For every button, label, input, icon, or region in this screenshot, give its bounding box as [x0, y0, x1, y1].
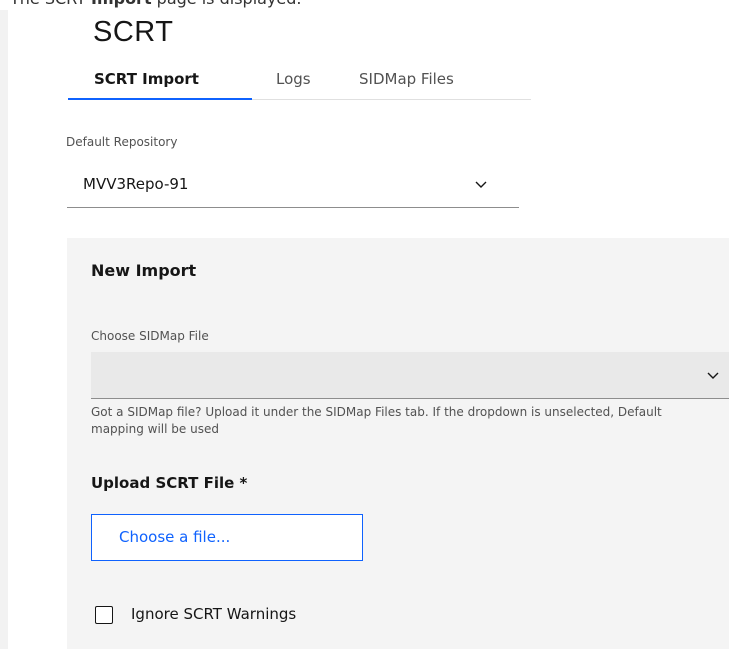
new-import-panel: New Import Choose SIDMap File Got a SIDM…: [67, 238, 729, 649]
choose-file-button[interactable]: Choose a file...: [91, 514, 363, 561]
caption-suffix: page is displayed.: [152, 0, 302, 8]
caption-prefix: The SCRT: [10, 0, 91, 8]
new-import-title: New Import: [91, 261, 197, 280]
tab-scrt-import[interactable]: SCRT Import: [94, 70, 199, 88]
caption-bold: Import: [91, 0, 152, 8]
upload-scrt-file-label: Upload SCRT File *: [91, 474, 248, 492]
default-repository-dropdown[interactable]: MVV3Repo-91: [67, 161, 519, 208]
chevron-down-icon: [475, 181, 487, 188]
sidebar-strip: [0, 10, 8, 649]
default-repository-label: Default Repository: [66, 135, 178, 149]
tab-logs[interactable]: Logs: [276, 70, 311, 88]
sidmap-file-dropdown[interactable]: [91, 352, 729, 399]
default-repository-value: MVV3Repo-91: [83, 175, 189, 193]
choose-file-button-label: Choose a file...: [119, 528, 231, 546]
ignore-scrt-warnings-checkbox[interactable]: [95, 606, 113, 624]
chevron-down-icon: [707, 372, 719, 379]
active-tab-indicator: [68, 98, 252, 100]
caption-text: The SCRT Import page is displayed.: [10, 0, 302, 8]
tab-sidmap-files[interactable]: SIDMap Files: [359, 70, 454, 88]
sidmap-file-label: Choose SIDMap File: [91, 329, 209, 343]
page-title: SCRT: [93, 16, 174, 48]
tab-bar: SCRT Import Logs SIDMap Files: [68, 64, 531, 100]
page-caption: The SCRT Import page is displayed.: [0, 0, 729, 10]
ignore-scrt-warnings-label: Ignore SCRT Warnings: [131, 605, 297, 623]
sidmap-helper-text: Got a SIDMap file? Upload it under the S…: [91, 405, 662, 436]
